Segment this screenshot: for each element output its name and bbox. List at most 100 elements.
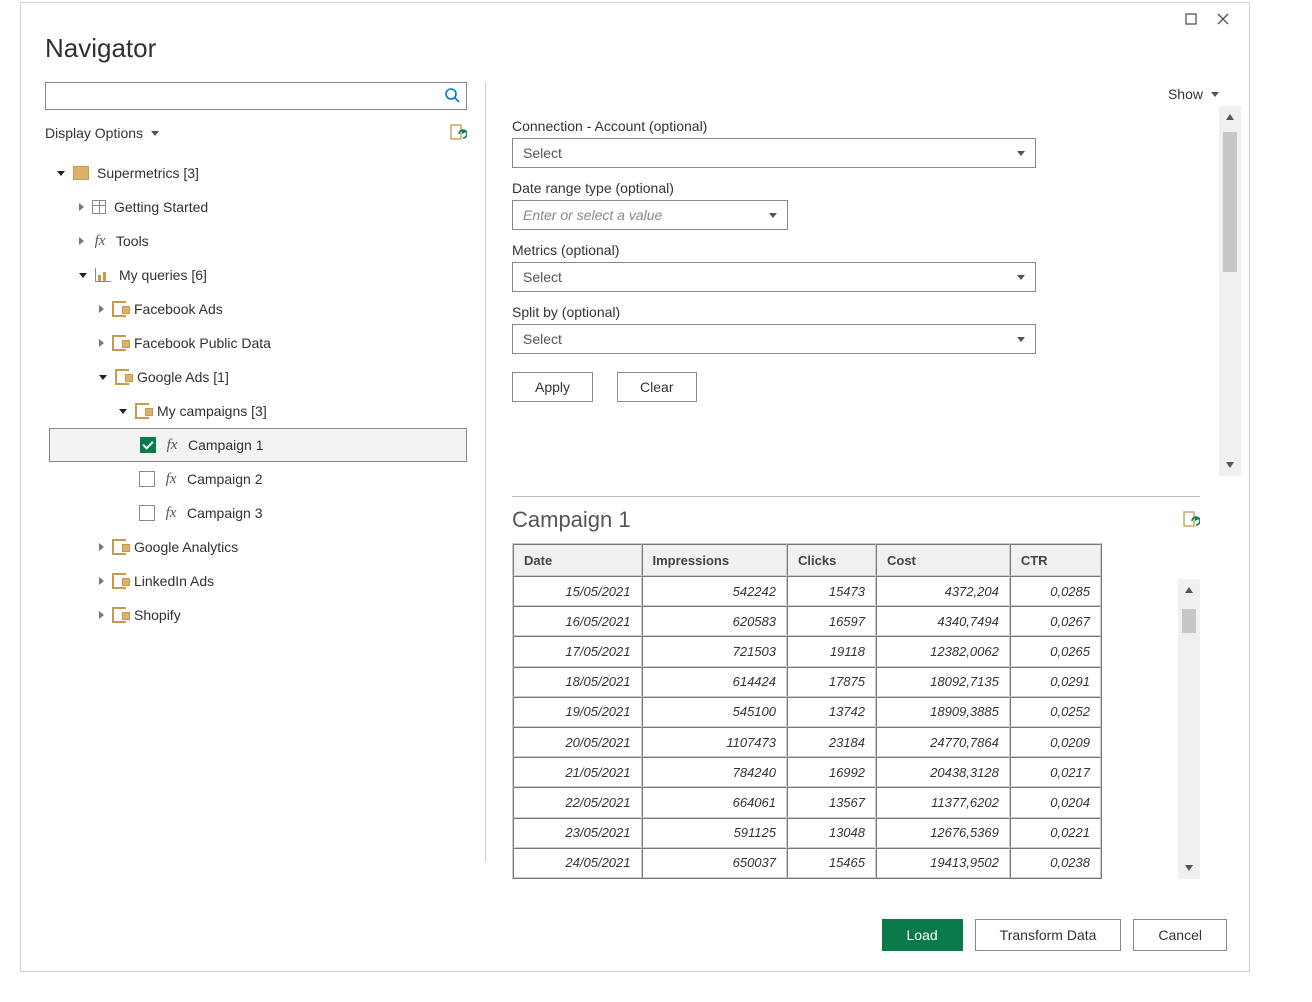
table-cell: 16992 <box>787 757 876 787</box>
table-cell: 0,0217 <box>1010 757 1101 787</box>
expand-icon[interactable] <box>99 543 104 551</box>
tree-label: Shopify <box>134 607 181 623</box>
scroll-up-icon[interactable] <box>1219 106 1241 128</box>
expand-icon[interactable] <box>119 409 127 414</box>
close-icon[interactable] <box>1207 9 1239 29</box>
table-row[interactable]: 20/05/202111074732318424770,78640,0209 <box>513 727 1101 757</box>
table-cell: 12382,0062 <box>876 636 1010 666</box>
search-icon[interactable] <box>444 87 460 106</box>
tree-node-facebook-ads[interactable]: Facebook Ads <box>49 292 467 326</box>
table-cell: 4372,204 <box>876 576 1010 606</box>
checkbox[interactable] <box>139 505 155 521</box>
scroll-down-icon[interactable] <box>1178 857 1200 879</box>
table-cell: 15/05/2021 <box>513 576 642 606</box>
column-header[interactable]: Cost <box>876 544 1010 576</box>
split-select[interactable]: Select <box>512 324 1036 354</box>
table-cell: 20/05/2021 <box>513 727 642 757</box>
checkbox[interactable] <box>140 437 156 453</box>
tree-node-supermetrics[interactable]: Supermetrics [3] <box>49 156 467 190</box>
navigation-tree: Supermetrics [3] Getting Started fx Tool… <box>45 156 467 632</box>
column-header[interactable]: Clicks <box>787 544 876 576</box>
expand-icon[interactable] <box>57 171 65 176</box>
expand-icon[interactable] <box>79 273 87 278</box>
refresh-icon[interactable] <box>449 124 467 142</box>
cancel-button[interactable]: Cancel <box>1133 919 1227 951</box>
table-row[interactable]: 18/05/20216144241787518092,71350,0291 <box>513 667 1101 697</box>
tree-node-my-queries[interactable]: My queries [6] <box>49 258 467 292</box>
table-row[interactable]: 17/05/20217215031911812382,00620,0265 <box>513 636 1101 666</box>
folder-icon <box>73 166 89 180</box>
tree-node-facebook-public[interactable]: Facebook Public Data <box>49 326 467 360</box>
table-cell: 11377,6202 <box>876 787 1010 817</box>
expand-icon[interactable] <box>99 577 104 585</box>
tree-node-campaign-1[interactable]: fx Campaign 1 <box>49 428 467 462</box>
metrics-select[interactable]: Select <box>512 262 1036 292</box>
table-cell: 13048 <box>787 818 876 848</box>
expand-icon[interactable] <box>99 611 104 619</box>
column-header[interactable]: Date <box>513 544 642 576</box>
clear-button[interactable]: Clear <box>617 372 696 402</box>
table-cell: 650037 <box>642 848 788 878</box>
expand-icon[interactable] <box>99 305 104 313</box>
expand-icon[interactable] <box>79 203 84 211</box>
table-cell: 21/05/2021 <box>513 757 642 787</box>
table-cell: 22/05/2021 <box>513 787 642 817</box>
tree-node-linkedin-ads[interactable]: LinkedIn Ads <box>49 564 467 598</box>
tree-node-google-ads[interactable]: Google Ads [1] <box>49 360 467 394</box>
table-row[interactable]: 22/05/20216640611356711377,62020,0204 <box>513 787 1101 817</box>
table-cell: 24/05/2021 <box>513 848 642 878</box>
tree-label: Facebook Ads <box>134 301 223 317</box>
form-scrollbar[interactable] <box>1219 106 1241 476</box>
table-cell: 23/05/2021 <box>513 818 642 848</box>
tree-node-my-campaigns[interactable]: My campaigns [3] <box>49 394 467 428</box>
tree-label: Campaign 3 <box>187 505 263 521</box>
expand-icon[interactable] <box>79 237 84 245</box>
table-row[interactable]: 15/05/2021542242154734372,2040,0285 <box>513 576 1101 606</box>
search-input[interactable] <box>45 82 467 110</box>
fx-icon: fx <box>92 233 108 250</box>
display-options-button[interactable]: Display Options <box>45 125 159 141</box>
show-label: Show <box>1168 86 1203 102</box>
expand-icon[interactable] <box>99 375 107 380</box>
tree-node-campaign-3[interactable]: fx Campaign 3 <box>49 496 467 530</box>
tree-label: Google Analytics <box>134 539 238 555</box>
metrics-label: Metrics (optional) <box>512 242 1219 258</box>
connection-select[interactable]: Select <box>512 138 1036 168</box>
tree-node-shopify[interactable]: Shopify <box>49 598 467 632</box>
tree-node-getting-started[interactable]: Getting Started <box>49 190 467 224</box>
table-cell: 19/05/2021 <box>513 697 642 727</box>
table-row[interactable]: 21/05/20217842401699220438,31280,0217 <box>513 757 1101 787</box>
transform-data-button[interactable]: Transform Data <box>975 919 1122 951</box>
tree-node-campaign-2[interactable]: fx Campaign 2 <box>49 462 467 496</box>
apply-button[interactable]: Apply <box>512 372 593 402</box>
show-dropdown[interactable]: Show <box>512 82 1241 106</box>
tree-label: Facebook Public Data <box>134 335 271 351</box>
load-button[interactable]: Load <box>882 919 963 951</box>
scroll-thumb[interactable] <box>1182 609 1196 633</box>
table-cell: 0,0291 <box>1010 667 1101 697</box>
table-row[interactable]: 16/05/2021620583165974340,74940,0267 <box>513 606 1101 636</box>
tree-node-tools[interactable]: fx Tools <box>49 224 467 258</box>
tree-node-google-analytics[interactable]: Google Analytics <box>49 530 467 564</box>
checkbox[interactable] <box>139 471 155 487</box>
table-cell: 13567 <box>787 787 876 817</box>
refresh-preview-icon[interactable] <box>1182 511 1200 529</box>
search-field[interactable] <box>52 88 444 104</box>
column-header[interactable]: Impressions <box>642 544 788 576</box>
scroll-thumb[interactable] <box>1223 132 1237 272</box>
expand-icon[interactable] <box>99 339 104 347</box>
table-cell: 19413,9502 <box>876 848 1010 878</box>
table-cell: 20438,3128 <box>876 757 1010 787</box>
table-row[interactable]: 19/05/20215451001374218909,38850,0252 <box>513 697 1101 727</box>
tree-label: Campaign 1 <box>188 437 264 453</box>
column-header[interactable]: CTR <box>1010 544 1101 576</box>
scroll-down-icon[interactable] <box>1219 454 1241 476</box>
scroll-up-icon[interactable] <box>1178 579 1200 601</box>
table-cell: 0,0238 <box>1010 848 1101 878</box>
table-scrollbar[interactable] <box>1178 579 1200 879</box>
date-range-select[interactable]: Enter or select a value <box>512 200 788 230</box>
maximize-icon[interactable] <box>1175 9 1207 29</box>
table-row[interactable]: 23/05/20215911251304812676,53690,0221 <box>513 818 1101 848</box>
tree-label: Google Ads [1] <box>137 369 229 385</box>
table-row[interactable]: 24/05/20216500371546519413,95020,0238 <box>513 848 1101 878</box>
